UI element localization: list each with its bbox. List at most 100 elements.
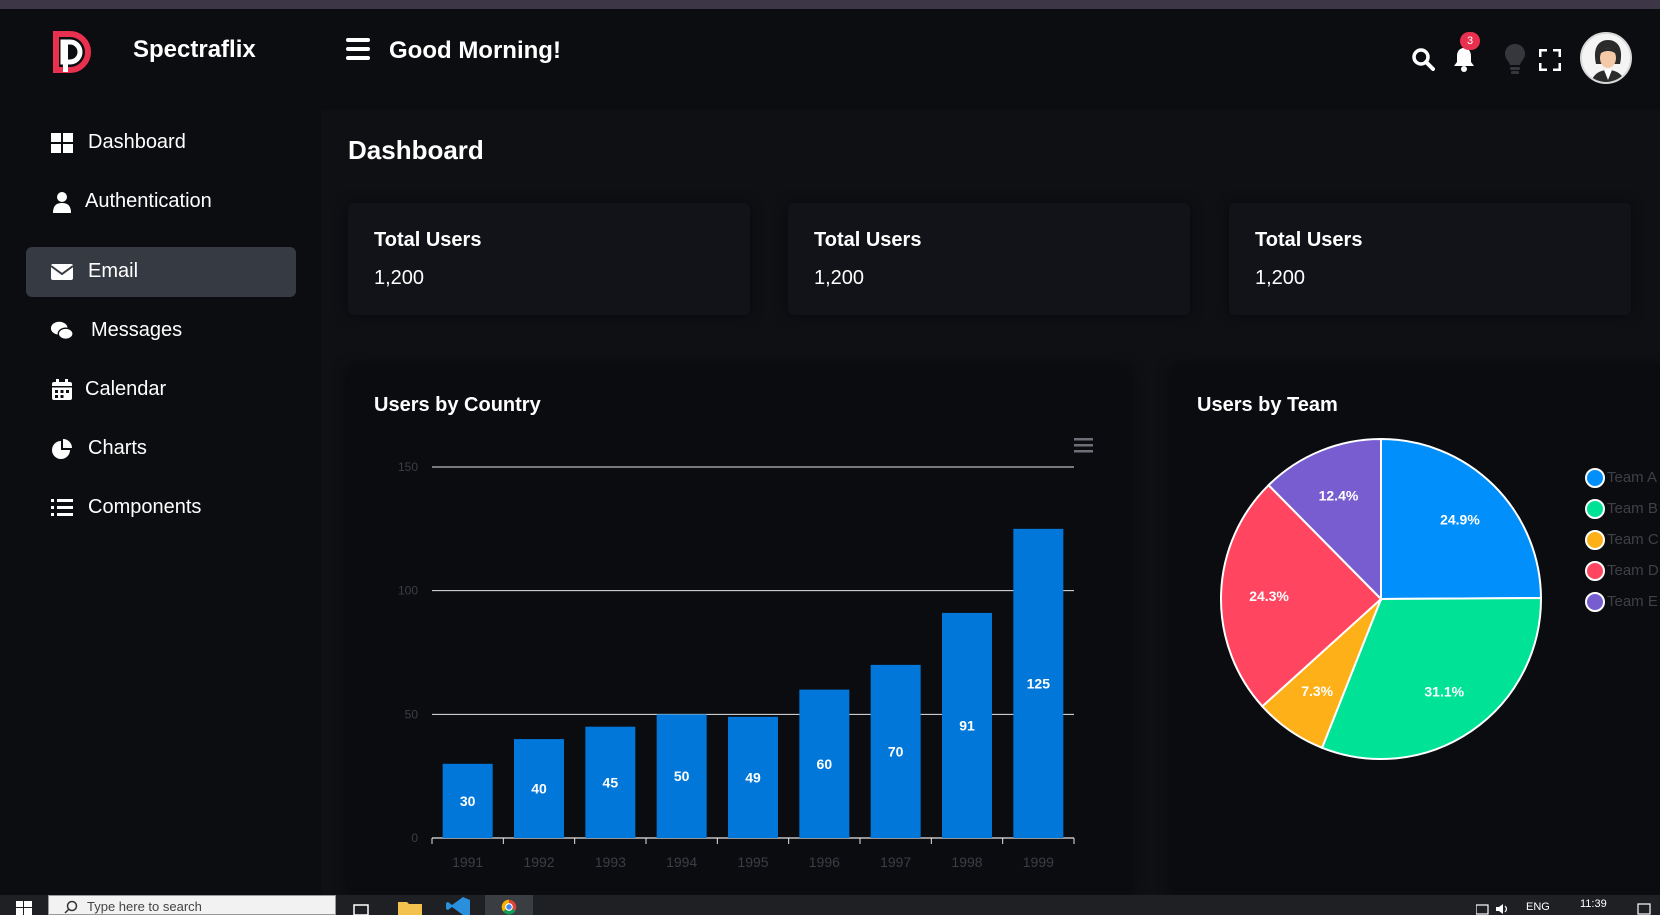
bar-value-label: 91 xyxy=(959,717,975,733)
user-avatar[interactable] xyxy=(1580,32,1632,84)
chart-menu-icon[interactable] xyxy=(1074,438,1093,453)
x-tick-label: 1993 xyxy=(595,854,626,870)
legend-label: Team E xyxy=(1607,593,1658,610)
taskbar-search-input[interactable]: Type here to search xyxy=(48,895,336,915)
language-indicator[interactable]: ENG xyxy=(1526,901,1550,913)
pie-legend: Team A Team B Team C Team D Team E xyxy=(1585,466,1660,621)
sidebar-item-charts[interactable]: Charts xyxy=(26,424,296,474)
bar-value-label: 45 xyxy=(603,774,619,790)
stat-card-value: 1,200 xyxy=(1255,267,1306,289)
pie-slice-label: 7.3% xyxy=(1301,683,1333,699)
brand-name[interactable]: Spectraflix xyxy=(133,36,256,64)
x-tick-label: 1994 xyxy=(666,854,697,870)
chrome-taskbar-button[interactable] xyxy=(485,895,533,915)
bar-value-label: 40 xyxy=(531,781,547,797)
sidebar-item-email[interactable]: Email xyxy=(26,247,296,297)
list-icon xyxy=(51,499,73,516)
legend-label: Team A xyxy=(1607,469,1658,486)
sidebar-item-messages[interactable]: Messages xyxy=(26,306,296,356)
sidebar-item-label: Email xyxy=(88,260,139,282)
stat-card-value: 1,200 xyxy=(814,267,865,289)
stat-card-title: Total Users xyxy=(374,229,482,251)
legend-label: Team C xyxy=(1607,531,1659,548)
page-title: Dashboard xyxy=(348,135,484,165)
sidebar-item-label: Components xyxy=(88,496,202,518)
stat-card-title: Total Users xyxy=(1255,229,1363,251)
taskbar-search-placeholder: Type here to search xyxy=(87,899,202,914)
search-icon[interactable] xyxy=(1411,47,1435,71)
legend-label: Team B xyxy=(1607,500,1658,517)
x-tick-label: 1996 xyxy=(809,854,840,870)
sidebar-item-calendar[interactable]: Calendar xyxy=(26,365,296,415)
menu-toggle-icon[interactable] xyxy=(346,38,370,60)
pie-slice-label: 12.4% xyxy=(1319,487,1359,503)
bar-value-label: 49 xyxy=(745,769,761,785)
y-tick-label: 0 xyxy=(411,831,418,845)
search-icon xyxy=(64,900,78,914)
legend-item[interactable]: Team C xyxy=(1585,528,1660,559)
x-tick-label: 1998 xyxy=(951,854,982,870)
x-tick-label: 1995 xyxy=(737,854,768,870)
legend-item[interactable]: Team D xyxy=(1585,559,1660,590)
dashboard-icon xyxy=(51,133,73,153)
legend-item[interactable]: Team A xyxy=(1585,466,1660,497)
chat-bubbles-icon xyxy=(50,321,74,340)
greeting-text: Good Morning! xyxy=(389,37,561,64)
stat-card-title: Total Users xyxy=(814,229,922,251)
stat-card-value: 1,200 xyxy=(374,267,425,289)
lightbulb-icon[interactable] xyxy=(1504,43,1526,75)
calendar-icon xyxy=(52,379,72,400)
brand-logo-icon[interactable] xyxy=(52,28,96,76)
sidebar: Dashboard Authentication Email Messages xyxy=(0,110,321,895)
vscode-icon[interactable] xyxy=(446,897,470,915)
sidebar-item-label: Messages xyxy=(91,319,183,341)
app-root: Spectraflix Good Morning! 3 Dashboard Au… xyxy=(0,0,1660,915)
bar-value-label: 125 xyxy=(1027,675,1051,691)
legend-marker xyxy=(1585,592,1605,612)
chrome-icon xyxy=(501,899,517,915)
y-tick-label: 100 xyxy=(398,584,418,598)
legend-marker xyxy=(1585,499,1605,519)
os-taskbar: Type here to search ENG 11:39 xyxy=(0,895,1660,915)
users-by-team-chart: 24.9% 31.1% 7.3% 24.3% 12.4% xyxy=(1220,437,1543,760)
sidebar-item-dashboard[interactable]: Dashboard xyxy=(26,118,296,168)
sidebar-item-label: Authentication xyxy=(85,190,212,212)
window-top-strip xyxy=(0,0,1660,9)
notification-center-icon[interactable] xyxy=(1637,903,1651,915)
x-tick-label: 1992 xyxy=(523,854,554,870)
y-tick-label: 150 xyxy=(398,460,418,474)
sidebar-item-authentication[interactable]: Authentication xyxy=(26,177,296,227)
pie-slice-label: 24.9% xyxy=(1440,512,1480,528)
file-explorer-icon[interactable] xyxy=(398,900,422,915)
task-view-icon[interactable] xyxy=(353,903,369,915)
pie-chart-icon xyxy=(52,439,72,459)
pie-slice-label: 31.1% xyxy=(1424,683,1464,699)
x-tick-label: 1991 xyxy=(452,854,483,870)
legend-item[interactable]: Team E xyxy=(1585,590,1660,621)
fullscreen-icon[interactable] xyxy=(1539,49,1561,71)
legend-marker xyxy=(1585,530,1605,550)
legend-item[interactable]: Team B xyxy=(1585,497,1660,528)
bar-value-label: 30 xyxy=(460,793,476,809)
envelope-icon xyxy=(50,264,74,280)
sidebar-item-components[interactable]: Components xyxy=(26,483,296,533)
pie-slice-label: 24.3% xyxy=(1249,588,1289,604)
clock[interactable]: 11:39 xyxy=(1580,898,1607,910)
legend-marker xyxy=(1585,468,1605,488)
x-tick-label: 1997 xyxy=(880,854,911,870)
x-tick-label: 1999 xyxy=(1023,854,1054,870)
sidebar-item-label: Dashboard xyxy=(88,131,186,153)
sidebar-item-label: Calendar xyxy=(85,378,167,400)
bar-value-label: 70 xyxy=(888,743,904,759)
bar-value-label: 60 xyxy=(817,756,833,772)
y-tick-label: 50 xyxy=(405,707,419,721)
legend-marker xyxy=(1585,561,1605,581)
notification-badge: 3 xyxy=(1460,32,1480,50)
windows-start-icon[interactable] xyxy=(16,901,32,915)
stat-card: Total Users 1,200 xyxy=(348,203,750,315)
stat-card: Total Users 1,200 xyxy=(788,203,1190,315)
users-by-country-chart: 0 50 100 150 30 1991 40 1992 45 1993 50 1994 49 1995 6… xyxy=(398,438,1093,870)
user-icon xyxy=(53,192,71,213)
sidebar-item-label: Charts xyxy=(88,437,147,459)
system-tray-icon[interactable] xyxy=(1476,903,1512,915)
